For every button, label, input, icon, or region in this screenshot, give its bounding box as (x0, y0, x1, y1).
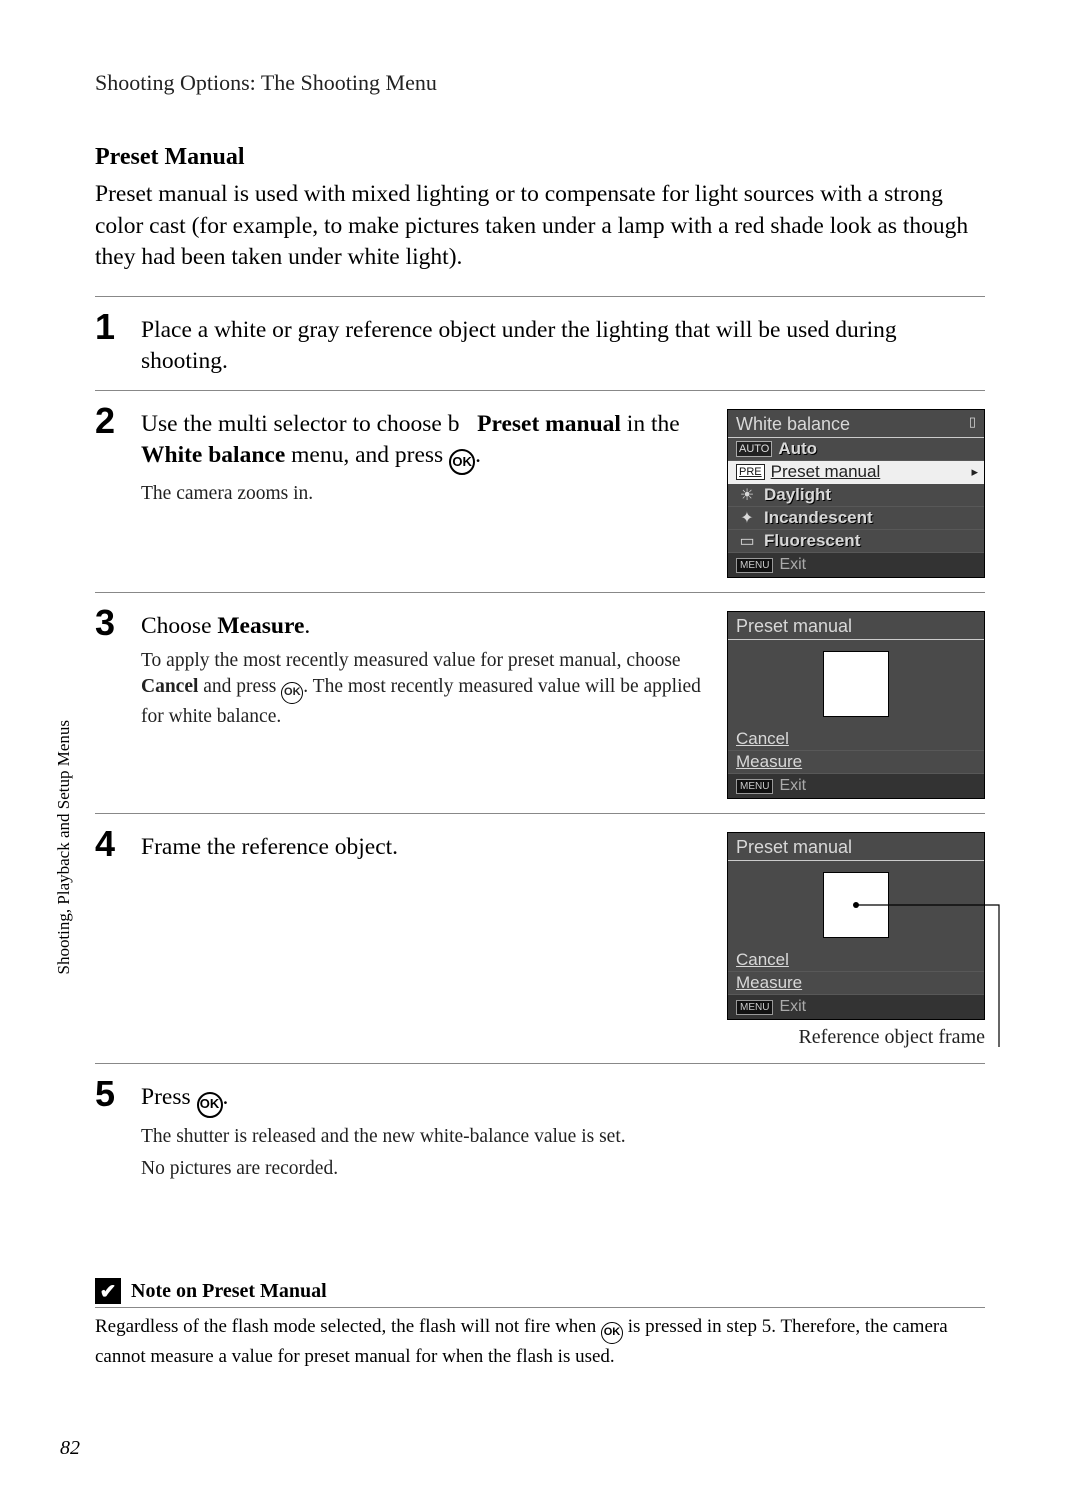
chevron-right-icon: ▸ (971, 464, 978, 480)
page-content: Shooting Options: The Shooting Menu Pres… (0, 0, 1080, 1399)
menu-item-incandescent[interactable]: ✦ Incandescent (728, 507, 984, 530)
note-body: Regardless of the flash mode selected, t… (95, 1308, 985, 1369)
step-text: Use the multi selector to choose b Prese… (141, 409, 707, 475)
preview-box (823, 651, 889, 717)
step-text: Place a white or gray reference object u… (141, 315, 985, 376)
step-5: 5 Press OK. The shutter is released and … (95, 1068, 985, 1190)
menu-item-measure[interactable]: Measure (728, 751, 984, 774)
callout-dot (853, 902, 859, 908)
ok-icon: OK (601, 1322, 623, 1344)
lcd-title: White balance ▯ (728, 410, 984, 438)
step-number: 4 (95, 826, 123, 862)
ok-icon: OK (281, 682, 303, 704)
step-subtext: No pictures are recorded. (141, 1156, 985, 1182)
menu-item-fluorescent[interactable]: ▭ Fluorescent (728, 530, 984, 553)
step-subtext: The camera zooms in. (141, 481, 707, 507)
lcd-title: Preset manual (728, 612, 984, 640)
divider (95, 296, 985, 297)
menu-badge: MENU (736, 558, 773, 573)
menu-badge: MENU (736, 779, 773, 794)
pre-badge: PRE (736, 464, 765, 480)
sun-icon: ☀ (736, 485, 758, 505)
menu-item-measure[interactable]: Measure (728, 972, 984, 995)
menu-item-auto[interactable]: AUTO Auto (728, 438, 984, 461)
note-section: ✔ Note on Preset Manual Regardless of th… (95, 1278, 985, 1369)
lcd-preview-area (728, 861, 984, 949)
lcd-preview-area (728, 640, 984, 728)
lcd-preset-manual-frame: Preset manual Cancel Measure MENU (727, 832, 985, 1020)
lcd-white-balance-menu: White balance ▯ AUTO Auto PRE Preset man… (727, 409, 985, 578)
battery-icon: ▯ (969, 414, 976, 435)
step-number: 3 (95, 605, 123, 641)
step-text: Frame the reference object. (141, 832, 707, 863)
lcd-preset-manual-menu: Preset manual Cancel Measure MENU Exit (727, 611, 985, 799)
step-1: 1 Place a white or gray reference object… (95, 301, 985, 390)
menu-badge: MENU (736, 1000, 773, 1015)
menu-item-cancel[interactable]: Cancel (728, 728, 984, 751)
lcd-title: Preset manual (728, 833, 984, 861)
step-subtext: The shutter is released and the new whit… (141, 1124, 985, 1150)
divider (95, 592, 985, 593)
ok-icon: OK (449, 449, 475, 475)
lcd-exit-bar[interactable]: MENU Exit (728, 995, 984, 1019)
reference-object-frame (823, 872, 889, 938)
caption: Reference object frame (727, 1026, 985, 1049)
menu-item-daylight[interactable]: ☀ Daylight (728, 484, 984, 507)
chapter-header: Shooting Options: The Shooting Menu (95, 70, 985, 96)
step-text: Press OK. (141, 1082, 985, 1117)
lcd-exit-bar[interactable]: MENU Exit (728, 553, 984, 577)
fluorescent-icon: ▭ (736, 531, 758, 551)
intro-paragraph: Preset manual is used with mixed lightin… (95, 179, 985, 274)
menu-item-preset-manual[interactable]: PRE Preset manual ▸ (728, 461, 984, 484)
divider (95, 813, 985, 814)
ok-icon: OK (197, 1092, 223, 1118)
menu-item-cancel[interactable]: Cancel (728, 949, 984, 972)
divider (95, 390, 985, 391)
step-subtext: To apply the most recently measured valu… (141, 648, 707, 730)
step-number: 5 (95, 1076, 123, 1112)
page-number: 82 (60, 1437, 80, 1460)
step-4: 4 Frame the reference object. Preset man… (95, 818, 985, 1063)
step-number: 1 (95, 309, 123, 345)
auto-badge: AUTO (736, 441, 772, 457)
divider (95, 1063, 985, 1064)
check-icon: ✔ (95, 1278, 121, 1304)
lcd-exit-bar[interactable]: MENU Exit (728, 774, 984, 798)
bulb-icon: ✦ (736, 508, 758, 528)
section-title: Preset Manual (95, 144, 985, 171)
step-number: 2 (95, 403, 123, 439)
step-text: Choose Measure. (141, 611, 707, 642)
note-heading: ✔ Note on Preset Manual (95, 1278, 985, 1308)
step-2: 2 Use the multi selector to choose b Pre… (95, 395, 985, 592)
step-3: 3 Choose Measure. To apply the most rece… (95, 597, 985, 813)
